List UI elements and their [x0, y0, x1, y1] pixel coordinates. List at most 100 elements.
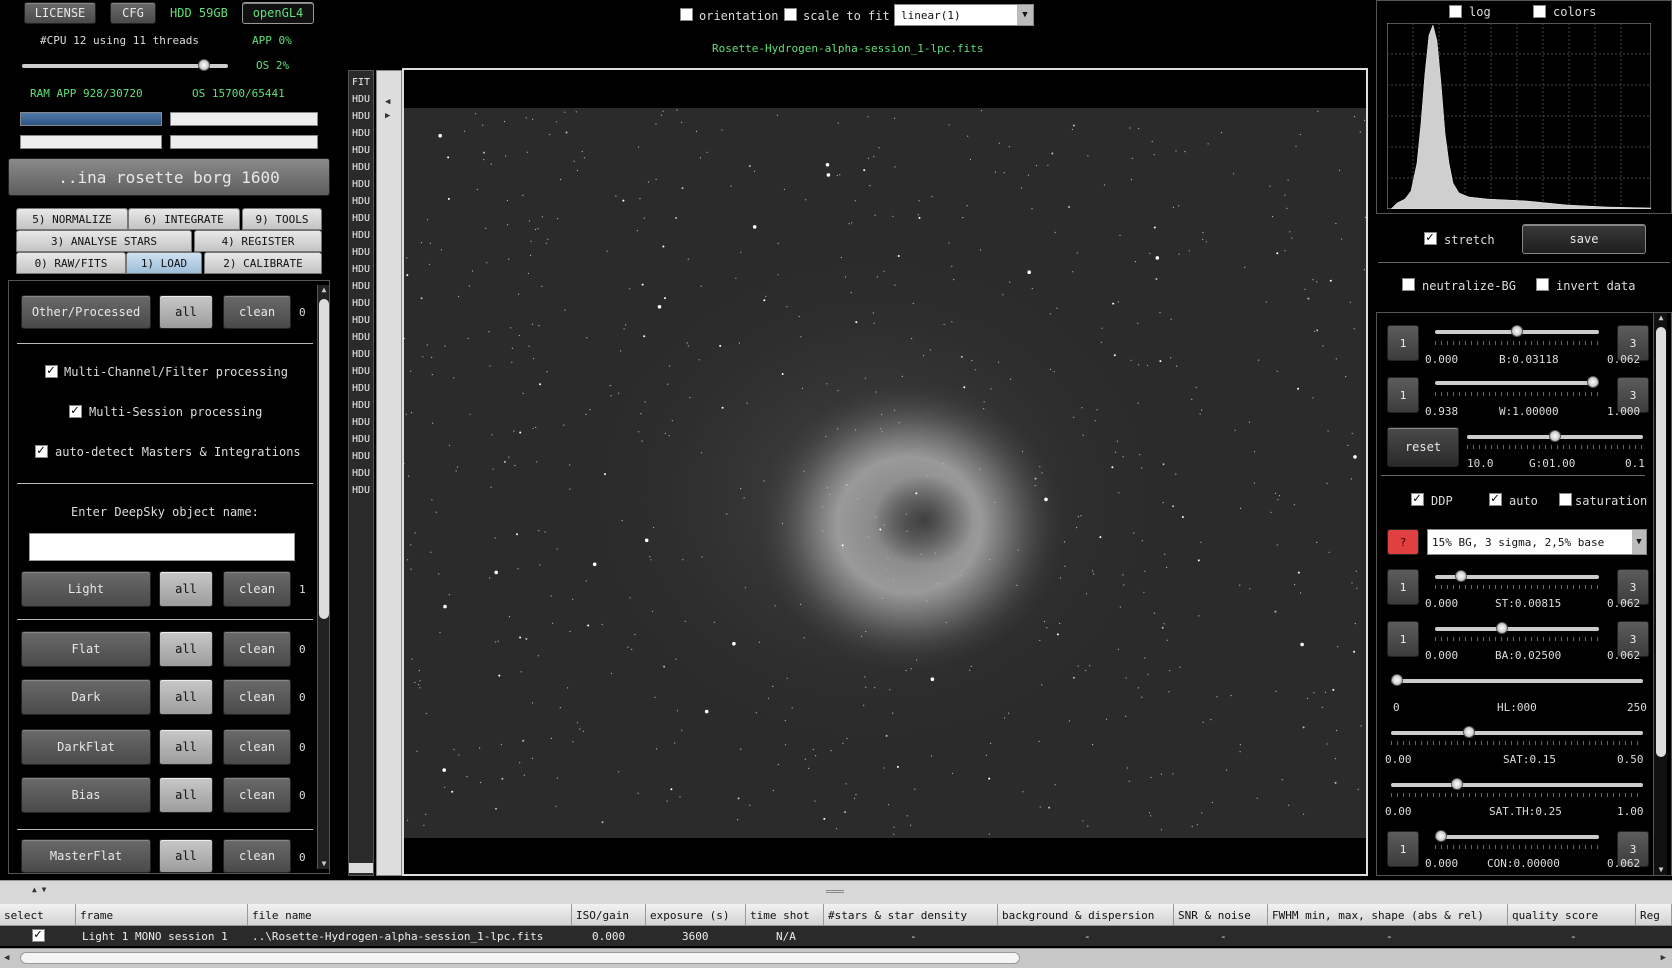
- scroll-down-icon[interactable]: ▼: [318, 859, 330, 869]
- hdu-item[interactable]: HDU: [352, 383, 370, 394]
- bias-all-button[interactable]: all: [159, 777, 213, 813]
- hdu-item[interactable]: HDU: [352, 281, 370, 292]
- scroll-up-icon[interactable]: ▲: [318, 285, 330, 295]
- w-decrease-button[interactable]: 1: [1387, 377, 1419, 413]
- st-slider-thumb[interactable]: [1454, 570, 1467, 582]
- hdu-item[interactable]: HDU: [352, 230, 370, 241]
- thread-slider-thumb[interactable]: [198, 59, 210, 71]
- tab-analyse-stars[interactable]: 3) ANALYSE STARS: [16, 230, 192, 252]
- chevron-down-icon[interactable]: ▼: [1017, 5, 1033, 25]
- darkflat-button[interactable]: DarkFlat: [21, 729, 151, 765]
- scroll-thumb[interactable]: [319, 299, 329, 619]
- con-slider-track[interactable]: [1435, 835, 1599, 839]
- st-decrease-button[interactable]: 1: [1387, 569, 1419, 605]
- license-button[interactable]: LICENSE: [24, 2, 96, 24]
- reset-button[interactable]: reset: [1387, 427, 1459, 467]
- masterflat-button[interactable]: MasterFlat: [21, 839, 151, 873]
- hdu-item[interactable]: HDU: [352, 179, 370, 190]
- row-select-checkbox[interactable]: [32, 927, 45, 942]
- neutralize-bg-checkbox[interactable]: [1402, 278, 1415, 291]
- col-background[interactable]: background & dispersion: [998, 904, 1174, 926]
- hl-slider-thumb[interactable]: [1391, 674, 1403, 686]
- bias-button[interactable]: Bias: [21, 777, 151, 813]
- auto-checkbox[interactable]: [1489, 491, 1502, 506]
- col-frame[interactable]: frame: [76, 904, 248, 926]
- col-time-shot[interactable]: time shot: [746, 904, 824, 926]
- hdu-item[interactable]: HDU: [352, 468, 370, 479]
- masterflat-all-button[interactable]: all: [159, 839, 213, 873]
- scroll-thumb[interactable]: [1656, 327, 1666, 757]
- scroll-thumb[interactable]: [20, 952, 1020, 964]
- table-row[interactable]: Light 1 MONO session 1 ..\Rosette-Hydrog…: [0, 926, 1672, 946]
- b-decrease-button[interactable]: 1: [1387, 325, 1419, 361]
- ddp-preset-select[interactable]: 15% BG, 3 sigma, 2,5% base ▼: [1427, 529, 1647, 555]
- ddp-checkbox[interactable]: [1411, 491, 1424, 506]
- scroll-right-icon[interactable]: ▶: [1661, 953, 1666, 963]
- tab-register[interactable]: 4) REGISTER: [194, 230, 322, 252]
- darkflat-clean-button[interactable]: clean: [223, 729, 291, 765]
- col-iso-gain[interactable]: ISO/gain: [572, 904, 646, 926]
- tab-raw-fits[interactable]: 0) RAW/FITS: [16, 252, 126, 274]
- autodetect-checkbox[interactable]: [35, 443, 48, 458]
- project-button[interactable]: ..ina rosette borg 1600: [8, 158, 330, 196]
- orientation-checkbox[interactable]: [680, 8, 693, 21]
- darkflat-all-button[interactable]: all: [159, 729, 213, 765]
- light-button[interactable]: Light: [21, 571, 151, 607]
- tab-normalize[interactable]: 5) NORMALIZE: [16, 208, 128, 230]
- col-stars[interactable]: #stars & star density: [824, 904, 998, 926]
- hdu-item[interactable]: HDU: [352, 264, 370, 275]
- hdu-item[interactable]: HDU: [352, 111, 370, 122]
- other-processed-button[interactable]: Other/Processed: [21, 295, 151, 329]
- satth-slider-track[interactable]: [1391, 783, 1643, 787]
- col-exposure[interactable]: exposure (s): [646, 904, 746, 926]
- dso-input[interactable]: [29, 533, 295, 561]
- other-clean-button[interactable]: clean: [223, 295, 291, 329]
- sat-slider-thumb[interactable]: [1463, 726, 1475, 738]
- col-select[interactable]: select: [0, 904, 76, 926]
- col-file-name[interactable]: file name: [248, 904, 572, 926]
- hdu-item[interactable]: HDU: [352, 451, 370, 462]
- ddp-help-button[interactable]: ?: [1387, 529, 1419, 555]
- table-hscrollbar[interactable]: ◀ ▶: [0, 948, 1672, 968]
- dark-all-button[interactable]: all: [159, 679, 213, 715]
- chevron-left-icon[interactable]: ◀: [385, 97, 390, 107]
- hdu-item[interactable]: HDU: [352, 417, 370, 428]
- dark-clean-button[interactable]: clean: [223, 679, 291, 715]
- light-clean-button[interactable]: clean: [223, 571, 291, 607]
- hdu-item[interactable]: HDU: [352, 485, 370, 496]
- hdu-item[interactable]: HDU: [352, 94, 370, 105]
- col-fwhm[interactable]: FWHM min, max, shape (abs & rel): [1268, 904, 1508, 926]
- stretch-checkbox[interactable]: [1424, 230, 1437, 245]
- scroll-left-icon[interactable]: ◀: [4, 953, 9, 963]
- hdu-item[interactable]: HDU: [352, 400, 370, 411]
- hdu-item[interactable]: HDU: [352, 128, 370, 139]
- collapse-arrows-icon[interactable]: ▲ ▼: [32, 885, 46, 894]
- multichannel-checkbox[interactable]: [45, 363, 58, 378]
- hdu-item[interactable]: HDU: [352, 298, 370, 309]
- scroll-up-icon[interactable]: ▲: [1654, 313, 1668, 323]
- hdu-item[interactable]: HDU: [352, 162, 370, 173]
- image-canvas[interactable]: [402, 68, 1368, 876]
- hdu-item[interactable]: HDU: [352, 145, 370, 156]
- multisession-checkbox[interactable]: [69, 403, 82, 418]
- hdu-item[interactable]: HDU: [352, 213, 370, 224]
- hdu-item[interactable]: HDU: [352, 247, 370, 258]
- ba-decrease-button[interactable]: 1: [1387, 621, 1419, 657]
- dark-button[interactable]: Dark: [21, 679, 151, 715]
- other-all-button[interactable]: all: [159, 295, 213, 329]
- g-slider-thumb[interactable]: [1549, 430, 1561, 442]
- chevron-down-icon[interactable]: ▼: [1632, 530, 1646, 554]
- hdu-item[interactable]: HDU: [352, 434, 370, 445]
- con-slider-thumb[interactable]: [1435, 830, 1447, 842]
- controls-scrollbar[interactable]: ▲ ▼: [1653, 313, 1667, 875]
- hdu-item[interactable]: HDU: [352, 196, 370, 207]
- con-decrease-button[interactable]: 1: [1387, 831, 1419, 867]
- cfg-button[interactable]: CFG: [110, 2, 156, 24]
- w-slider-thumb[interactable]: [1587, 376, 1599, 388]
- tab-integrate[interactable]: 6) INTEGRATE: [128, 208, 240, 230]
- scroll-down-icon[interactable]: ▼: [1654, 865, 1668, 875]
- w-slider-track[interactable]: [1435, 381, 1599, 385]
- flat-clean-button[interactable]: clean: [223, 631, 291, 667]
- colors-checkbox[interactable]: [1533, 5, 1546, 18]
- b-slider-thumb[interactable]: [1511, 325, 1523, 337]
